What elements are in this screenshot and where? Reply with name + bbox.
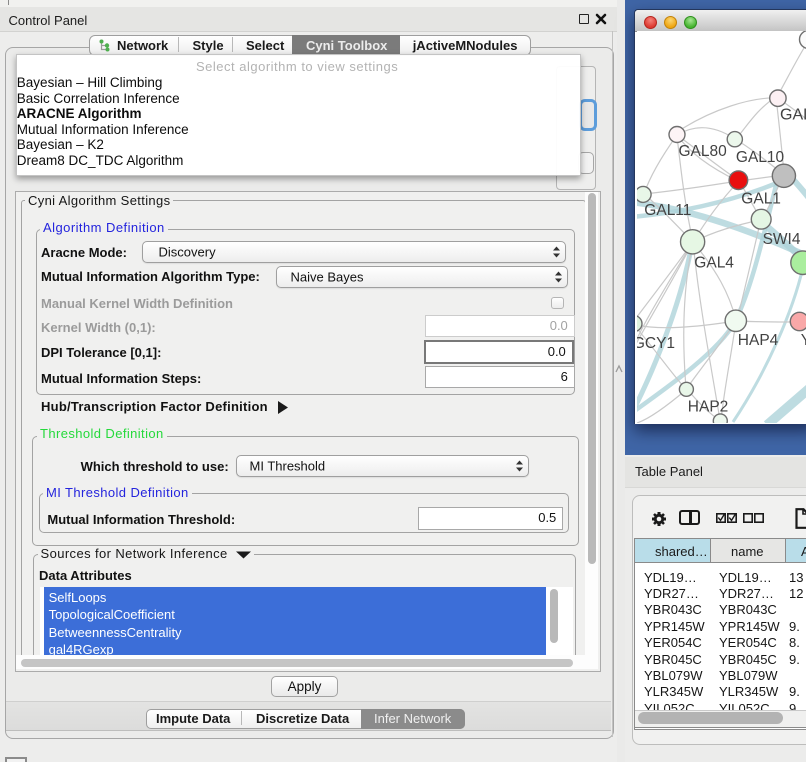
svg-text:HAP4: HAP4 [738, 332, 779, 349]
svg-text:GCY1: GCY1 [637, 335, 675, 352]
svg-text:Y: Y [801, 332, 806, 349]
svg-text:GAL: GAL [780, 107, 806, 124]
svg-text:GAL80: GAL80 [679, 143, 728, 160]
svg-text:GAL4: GAL4 [694, 255, 734, 272]
svg-text:GAL1: GAL1 [741, 191, 781, 208]
svg-text:SWI4: SWI4 [763, 231, 801, 248]
svg-text:GAL11: GAL11 [644, 202, 691, 219]
svg-text:HAP2: HAP2 [688, 399, 729, 416]
svg-text:GAL10: GAL10 [736, 149, 785, 166]
